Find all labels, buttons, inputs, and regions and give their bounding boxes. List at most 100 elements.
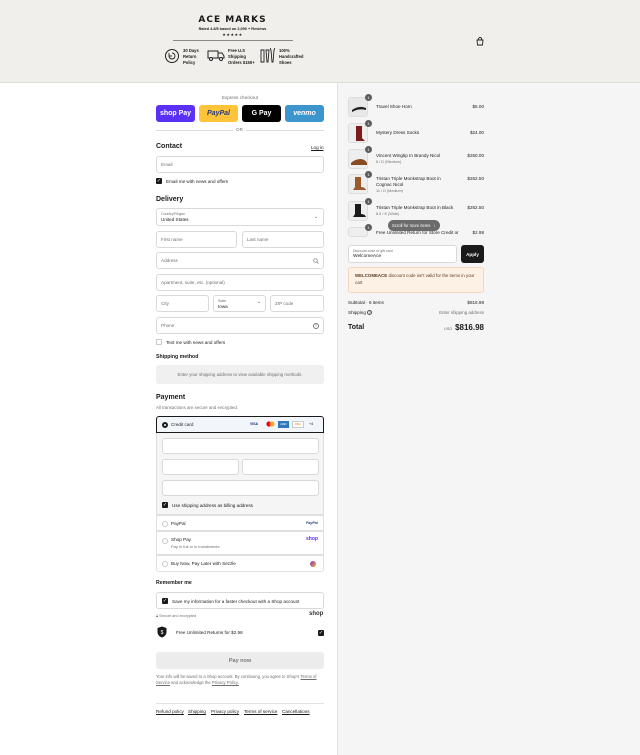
news-checkbox[interactable]: ✓ — [156, 178, 162, 184]
scroll-more-pill[interactable]: Scroll for more items ↓ — [388, 220, 440, 231]
truck-icon — [207, 50, 225, 61]
product-image — [348, 201, 368, 221]
chevron-down-icon: ⌄ — [314, 214, 319, 220]
currency-code: USD — [444, 327, 453, 331]
terms-of-service-link[interactable]: Terms of service — [244, 709, 277, 714]
text-label: Text me with news and offers — [166, 340, 226, 345]
item-price: $262.50 — [467, 176, 484, 181]
info-icon[interactable]: ? — [367, 310, 373, 315]
discover-icon: DISC — [292, 421, 304, 428]
item-price: $260.00 — [467, 153, 484, 158]
product-image — [348, 174, 368, 194]
state-value: Iowa — [218, 303, 228, 309]
help-icon[interactable]: ? — [313, 322, 319, 329]
refund-policy-link[interactable]: Refund policy — [156, 709, 184, 714]
last-name-field[interactable]: Last name — [242, 231, 324, 248]
perk-returns: 30 Days Return Policy — [164, 48, 203, 66]
first-name-placeholder: First name — [161, 237, 183, 242]
email-field[interactable]: Email — [156, 156, 324, 173]
quantity-badge: 1 — [365, 171, 372, 178]
apply-button[interactable]: Apply — [461, 245, 484, 263]
perk-shipping-text: Free U.S Shipping Orders $150+ — [228, 48, 255, 65]
google-pay-button[interactable]: G Pay — [242, 105, 281, 122]
returns-checkbox[interactable]: ✓ — [318, 630, 324, 636]
paypal-logo: PayPal — [306, 521, 318, 525]
search-icon — [313, 257, 319, 264]
discount-error: WELCOMEACE discount code isn't valid for… — [348, 267, 484, 293]
login-link[interactable]: Log in — [311, 145, 324, 150]
text-checkbox[interactable] — [156, 339, 162, 345]
legal-text: Your info will be saved to a Shop accoun… — [156, 674, 326, 686]
shipping-label: Shipping — [348, 310, 366, 315]
perk-handcrafted-text: 100% Handcrafted Shoes — [279, 48, 304, 65]
venmo-button[interactable]: venmo — [285, 105, 324, 122]
zip-placeholder: ZIP code — [275, 301, 294, 306]
secure-text: 🔒︎ Secure and encrypted — [156, 614, 196, 618]
item-name: Tristan Triple Monkstrap Boot in Cognac … — [376, 176, 441, 187]
total-label: Total — [348, 324, 365, 331]
email-placeholder: Email — [161, 162, 173, 167]
privacy-policy-link[interactable]: Privacy policy — [211, 709, 239, 714]
or-divider-text: OR — [233, 127, 246, 132]
sezzle-label: Buy Now, Pay Later with Sezzle — [171, 561, 236, 566]
card-number-field[interactable] — [162, 438, 319, 454]
cancellations-link[interactable]: Cancellations — [282, 709, 310, 714]
item-price: $24.00 — [469, 130, 484, 135]
item-name: Vincent Wingtip In Brandy Nicol — [376, 153, 441, 158]
contact-heading: Contact — [156, 143, 183, 150]
lock-icon: 🔒︎ — [156, 614, 159, 618]
remember-label: Save my information for a faster checkou… — [172, 599, 300, 604]
discount-field[interactable]: Discount code or gift card WelcomeAce — [348, 245, 457, 263]
chevron-down-icon: ⌄ — [257, 299, 262, 305]
payment-subtitle: All transactions are secure and encrypte… — [156, 405, 239, 410]
shop-pay-radio[interactable] — [162, 538, 168, 544]
country-select[interactable]: Country/Region United States — [156, 208, 324, 226]
phone-field[interactable]: Phone ? — [156, 317, 324, 334]
privacy-link[interactable]: Privacy Policy. — [212, 680, 239, 685]
sezzle-option[interactable]: Buy Now, Pay Later with Sezzle — [156, 555, 324, 572]
rating-text: Rated 4.8/5 based on 2,090 + Reviews — [198, 27, 267, 31]
expiration-field[interactable] — [162, 459, 239, 475]
country-value: United States — [161, 217, 189, 222]
city-field[interactable]: City — [156, 295, 209, 312]
apartment-field[interactable]: Apartment, suite, etc. (optional) — [156, 274, 324, 291]
delivery-heading: Delivery — [156, 196, 184, 203]
legal-text-1: Your info will be saved to a Shop accoun… — [156, 674, 300, 679]
credit-card-option[interactable]: Credit card VISA AMEX DISC +4 — [156, 416, 324, 433]
phone-placeholder: Phone — [161, 323, 175, 328]
item-price: $262.50 — [467, 205, 484, 210]
paypal-button[interactable]: PayPal — [199, 105, 238, 122]
address-placeholder: Address — [161, 258, 178, 263]
remember-heading: Remember me — [156, 580, 192, 586]
item-name: Travel Shoe Horn — [376, 104, 412, 109]
security-code-field[interactable] — [242, 459, 319, 475]
name-on-card-field[interactable] — [162, 480, 319, 496]
zip-field[interactable]: ZIP code — [270, 295, 324, 312]
address-field[interactable]: Address — [156, 252, 324, 269]
shipping-link[interactable]: Shipping — [188, 709, 206, 714]
item-variant: 8.5 / E (Wide) — [376, 212, 400, 216]
remember-checkbox[interactable]: ✓ — [162, 598, 168, 604]
sezzle-radio[interactable] — [162, 561, 168, 567]
credit-card-radio[interactable] — [162, 422, 168, 428]
shield-icon: $ — [157, 626, 167, 638]
shop-pay-button[interactable]: shop Pay — [156, 105, 195, 122]
perk-shipping: Free U.S Shipping Orders $150+ — [207, 48, 260, 66]
billing-checkbox[interactable]: ✓ — [162, 502, 168, 508]
paypal-option[interactable]: PayPal PayPal — [156, 515, 324, 531]
shop-pay-option[interactable]: Shop Pay Pay in full or in installments … — [156, 531, 324, 555]
shipping-notice: Enter your shipping address to view avai… — [156, 365, 324, 384]
product-image — [348, 123, 368, 143]
secure-label: Secure and encrypted — [159, 614, 197, 618]
paypal-radio[interactable] — [162, 520, 168, 527]
last-name-placeholder: Last name — [247, 237, 269, 242]
store-logo[interactable]: ACE MARKS — [160, 15, 305, 25]
pay-now-button[interactable]: Pay now — [156, 652, 324, 669]
remember-box[interactable]: ✓ Save my information for a faster check… — [156, 592, 324, 609]
first-name-field[interactable]: First name — [156, 231, 237, 248]
product-image — [348, 97, 368, 117]
paypal-label: PayPal — [171, 520, 186, 526]
subtotal-label: Subtotal · 6 items — [348, 300, 384, 305]
cart-icon[interactable] — [476, 37, 484, 48]
credit-card-form: ✓ Use shipping address as billing addres… — [156, 433, 324, 515]
